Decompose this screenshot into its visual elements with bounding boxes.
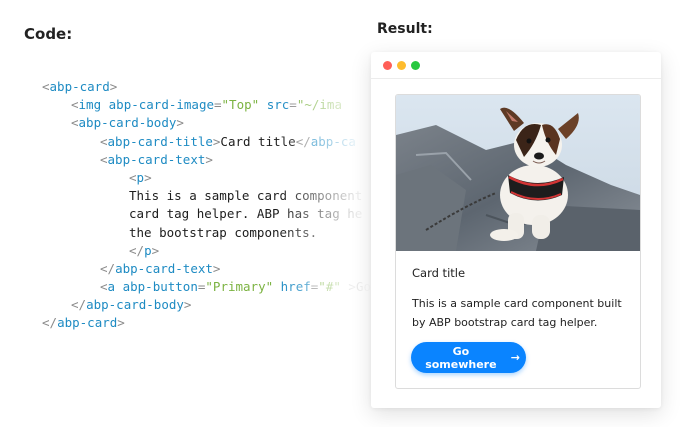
code-token: < bbox=[71, 97, 79, 113]
window-titlebar bbox=[371, 52, 661, 79]
browser-window: Card title This is a sample card compone… bbox=[371, 52, 661, 408]
go-somewhere-button[interactable]: Go somewhere → bbox=[411, 342, 526, 373]
code-token: a bbox=[107, 279, 116, 295]
code-line: card tag helper. ABP has tag he bbox=[42, 205, 372, 223]
code-token: "Top" bbox=[221, 97, 260, 113]
minimize-dot-icon[interactable] bbox=[397, 61, 406, 70]
code-token: Go bbox=[355, 279, 371, 295]
code-token: > bbox=[151, 242, 160, 258]
code-token: < bbox=[42, 79, 50, 94]
code-token: < bbox=[71, 115, 79, 131]
code-token: > bbox=[176, 115, 184, 131]
code-line: <img abp-card-image="Top" src="~/ima bbox=[42, 96, 372, 114]
code-line: </abp-card-body> bbox=[42, 296, 372, 314]
code-line: <abp-card-title>Card title</abp-ca bbox=[42, 133, 372, 151]
code-token: abp-card-body bbox=[86, 297, 184, 313]
code-token: src bbox=[266, 97, 290, 113]
code-token: "~/ima bbox=[296, 97, 342, 113]
code-token: = bbox=[214, 97, 222, 113]
code-token: img bbox=[78, 97, 102, 113]
code-token: > bbox=[212, 260, 221, 276]
code-line: </p> bbox=[42, 242, 372, 260]
code-token: </ bbox=[42, 315, 58, 331]
code-token: abp-card bbox=[49, 79, 110, 94]
code-token: </ bbox=[295, 133, 311, 149]
code-token: > bbox=[205, 151, 213, 167]
code-token: < bbox=[100, 133, 108, 149]
code-line: </abp-card> bbox=[42, 314, 372, 332]
code-token: abp-button bbox=[122, 279, 198, 295]
code-token: </ bbox=[129, 242, 145, 258]
code-token: This is a sample card component bbox=[129, 188, 363, 204]
code-token: p bbox=[136, 169, 145, 185]
result-heading: Result: bbox=[377, 21, 433, 37]
code-token: < bbox=[100, 279, 108, 295]
close-dot-icon[interactable] bbox=[383, 61, 392, 70]
code-line: </abp-card-text> bbox=[42, 260, 372, 278]
card: Card title This is a sample card compone… bbox=[395, 94, 641, 389]
code-token: > bbox=[144, 169, 152, 185]
code-token: </ bbox=[71, 297, 87, 313]
code-heading: Code: bbox=[24, 25, 73, 43]
code-token: abp-card-text bbox=[107, 151, 206, 167]
code-token: < bbox=[100, 151, 108, 167]
code-token: = bbox=[289, 97, 297, 113]
code-token: href bbox=[280, 279, 311, 295]
dog-photo-icon bbox=[396, 95, 640, 251]
code-token: < bbox=[129, 169, 137, 185]
code-line: <abp-card-text> bbox=[42, 151, 372, 169]
code-token: abp-card-image bbox=[108, 97, 214, 113]
code-snippet: <abp-card> <img abp-card-image="Top" src=… bbox=[42, 78, 372, 348]
code-token: Card title bbox=[220, 133, 296, 149]
code-token: "#" bbox=[318, 279, 341, 295]
code-line: This is a sample card component bbox=[42, 187, 372, 205]
code-token: card tag helper. ABP has tag he bbox=[129, 206, 363, 222]
code-token: abp-card-text bbox=[115, 260, 213, 276]
card-text: This is a sample card component built by… bbox=[412, 297, 622, 329]
code-token: "Primary" bbox=[205, 279, 274, 295]
code-line: <abp-card-body> bbox=[42, 114, 372, 132]
code-line: <abp-card> bbox=[42, 78, 372, 96]
code-token: </ bbox=[100, 260, 116, 276]
code-token: abp-card-body bbox=[78, 115, 177, 131]
code-line: <a abp-button="Primary" href="#" >Go bbox=[42, 278, 372, 296]
code-token: the bootstrap components. bbox=[129, 224, 318, 240]
code-token: abp-ca bbox=[310, 133, 356, 149]
code-token: abp-card bbox=[57, 315, 118, 331]
code-token: > bbox=[117, 315, 125, 331]
code-line: the bootstrap components. bbox=[42, 224, 372, 242]
code-token: > bbox=[183, 297, 192, 313]
card-title: Card title bbox=[412, 266, 466, 280]
maximize-dot-icon[interactable] bbox=[411, 61, 420, 70]
code-token: p bbox=[144, 242, 152, 258]
arrow-right-icon: → bbox=[510, 351, 520, 364]
code-token: abp-card-title bbox=[107, 133, 213, 149]
code-token: > bbox=[348, 279, 356, 295]
button-label: Go somewhere bbox=[425, 344, 497, 371]
code-token: > bbox=[109, 79, 118, 94]
code-line: <p> bbox=[42, 169, 372, 187]
